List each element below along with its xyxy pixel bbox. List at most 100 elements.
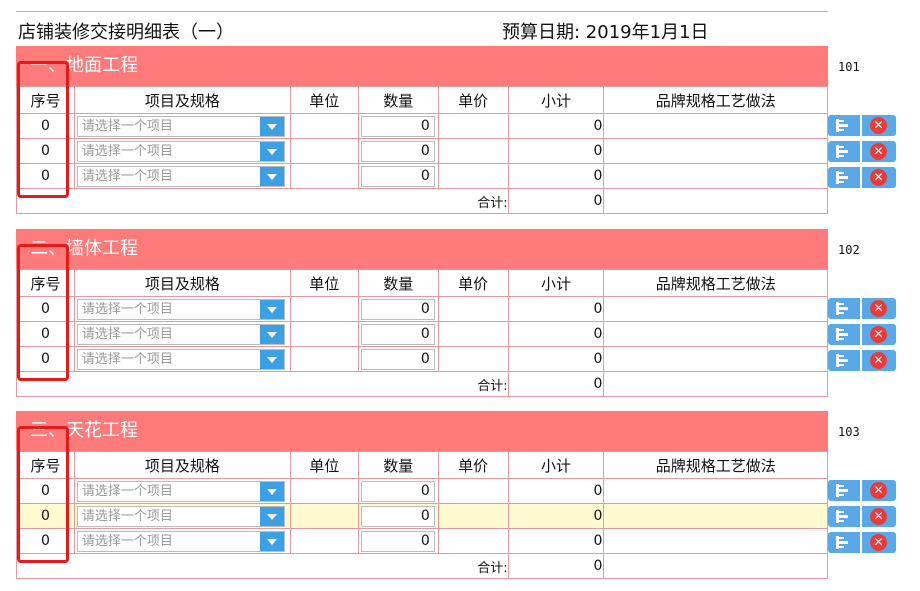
subtotal-cell: 0 <box>507 163 605 189</box>
quantity-input[interactable]: 0 <box>360 115 435 137</box>
quantity-input[interactable]: 0 <box>360 530 435 552</box>
dropdown-arrow-icon[interactable] <box>259 506 284 526</box>
table-row[interactable]: 0 请选择一个项目 0 0 <box>16 503 828 529</box>
column-header: 数量 <box>357 269 439 297</box>
column-header: 品牌规格工艺做法 <box>603 86 828 114</box>
dropdown-arrow-icon[interactable] <box>259 166 284 186</box>
delete-row-button[interactable]: ✕ <box>862 506 896 527</box>
insert-row-button[interactable] <box>828 167 860 188</box>
unit-cell <box>289 163 359 189</box>
section-code: 101 <box>838 60 860 74</box>
item-cell: 请选择一个项目 <box>73 478 291 504</box>
qty-cell: 0 <box>357 503 439 529</box>
insert-row-button[interactable] <box>828 532 860 553</box>
total-value: 0 <box>507 188 605 214</box>
total-amount: 0 <box>593 558 603 574</box>
dropdown-arrow-icon[interactable] <box>259 481 284 501</box>
item-select[interactable]: 请选择一个项目 <box>76 323 285 345</box>
brand-spec-cell <box>603 138 828 164</box>
quantity-input[interactable]: 0 <box>360 298 435 320</box>
dropdown-arrow-icon[interactable] <box>259 531 284 551</box>
section-table: 序号 项目及规格 单位 数量 单价 小计 品牌规格工艺做法 0 请选择一个项目 0 0 0 请选择一个项… <box>16 86 828 214</box>
dropdown-arrow-icon[interactable] <box>259 116 284 136</box>
delete-row-button[interactable]: ✕ <box>862 350 896 371</box>
total-label: 合计: <box>16 553 509 579</box>
price-cell <box>437 503 509 529</box>
subtotal-value: 0 <box>593 533 603 549</box>
row-actions: ✕ <box>828 532 898 554</box>
insert-row-icon <box>836 536 848 549</box>
insert-row-button[interactable] <box>828 324 860 345</box>
section-code: 103 <box>838 425 860 439</box>
column-header: 单价 <box>437 451 509 479</box>
brand-spec-cell <box>603 503 828 529</box>
price-cell <box>437 163 509 189</box>
quantity-input[interactable]: 0 <box>360 505 435 527</box>
total-value: 0 <box>507 553 605 579</box>
brand-spec-cell <box>603 478 828 504</box>
unit-cell <box>289 138 359 164</box>
quantity-input[interactable]: 0 <box>360 140 435 162</box>
table-row[interactable]: 0 请选择一个项目 0 0 <box>16 138 828 164</box>
quantity-input[interactable]: 0 <box>360 165 435 187</box>
item-select[interactable]: 请选择一个项目 <box>76 348 285 370</box>
item-select[interactable]: 请选择一个项目 <box>76 165 285 187</box>
delete-row-button[interactable]: ✕ <box>862 532 896 553</box>
annotation-highlight-box <box>17 244 69 381</box>
qty-cell: 0 <box>357 346 439 372</box>
column-header: 项目及规格 <box>73 451 291 479</box>
delete-row-button[interactable]: ✕ <box>862 298 896 319</box>
section-table: 序号 项目及规格 单位 数量 单价 小计 品牌规格工艺做法 0 请选择一个项目 0 0 0 请选择一个项… <box>16 269 828 397</box>
delete-row-button[interactable]: ✕ <box>862 324 896 345</box>
insert-row-button[interactable] <box>828 350 860 371</box>
quantity-input[interactable]: 0 <box>360 323 435 345</box>
delete-row-button[interactable]: ✕ <box>862 480 896 501</box>
column-header: 项目及规格 <box>73 86 291 114</box>
dropdown-arrow-icon[interactable] <box>259 349 284 369</box>
subtotal-value: 0 <box>593 326 603 342</box>
brand-spec-cell <box>603 296 828 322</box>
table-row[interactable]: 0 请选择一个项目 0 0 <box>16 346 828 372</box>
item-select[interactable]: 请选择一个项目 <box>76 530 285 552</box>
item-select[interactable]: 请选择一个项目 <box>76 115 285 137</box>
dropdown-arrow-icon[interactable] <box>259 141 284 161</box>
total-brand-cell <box>603 553 828 579</box>
quantity-input[interactable]: 0 <box>360 348 435 370</box>
delete-row-button[interactable]: ✕ <box>862 115 896 136</box>
item-select[interactable]: 请选择一个项目 <box>76 140 285 162</box>
delete-row-icon: ✕ <box>870 326 887 343</box>
table-row[interactable]: 0 请选择一个项目 0 0 <box>16 321 828 347</box>
column-header: 单位 <box>289 451 359 479</box>
insert-row-button[interactable] <box>828 506 860 527</box>
table-row[interactable]: 0 请选择一个项目 0 0 <box>16 113 828 139</box>
price-cell <box>437 321 509 347</box>
item-select-placeholder: 请选择一个项目 <box>81 143 173 159</box>
delete-row-button[interactable]: ✕ <box>862 141 896 162</box>
item-select-placeholder: 请选择一个项目 <box>81 508 173 524</box>
dropdown-arrow-icon[interactable] <box>259 324 284 344</box>
row-actions: ✕ <box>828 141 898 163</box>
table-row[interactable]: 0 请选择一个项目 0 0 <box>16 478 828 504</box>
subtotal-cell: 0 <box>507 321 605 347</box>
item-select[interactable]: 请选择一个项目 <box>76 505 285 527</box>
budget-date: 预算日期: 2019年1月1日 <box>502 22 709 43</box>
insert-row-button[interactable] <box>828 141 860 162</box>
item-select[interactable]: 请选择一个项目 <box>76 480 285 502</box>
top-rule <box>16 11 828 12</box>
item-select[interactable]: 请选择一个项目 <box>76 298 285 320</box>
insert-row-button[interactable] <box>828 480 860 501</box>
brand-spec-cell <box>603 321 828 347</box>
insert-row-button[interactable] <box>828 115 860 136</box>
insert-row-button[interactable] <box>828 298 860 319</box>
table-row[interactable]: 0 请选择一个项目 0 0 <box>16 528 828 554</box>
delete-row-button[interactable]: ✕ <box>862 167 896 188</box>
table-row[interactable]: 0 请选择一个项目 0 0 <box>16 163 828 189</box>
quantity-input[interactable]: 0 <box>360 480 435 502</box>
dropdown-arrow-icon[interactable] <box>259 299 284 319</box>
subtotal-value: 0 <box>593 351 603 367</box>
section-table: 序号 项目及规格 单位 数量 单价 小计 品牌规格工艺做法 0 请选择一个项目 0 0 0 请选择一个项… <box>16 451 828 579</box>
item-cell: 请选择一个项目 <box>73 528 291 554</box>
unit-cell <box>289 113 359 139</box>
total-amount: 0 <box>593 193 603 209</box>
table-row[interactable]: 0 请选择一个项目 0 0 <box>16 296 828 322</box>
